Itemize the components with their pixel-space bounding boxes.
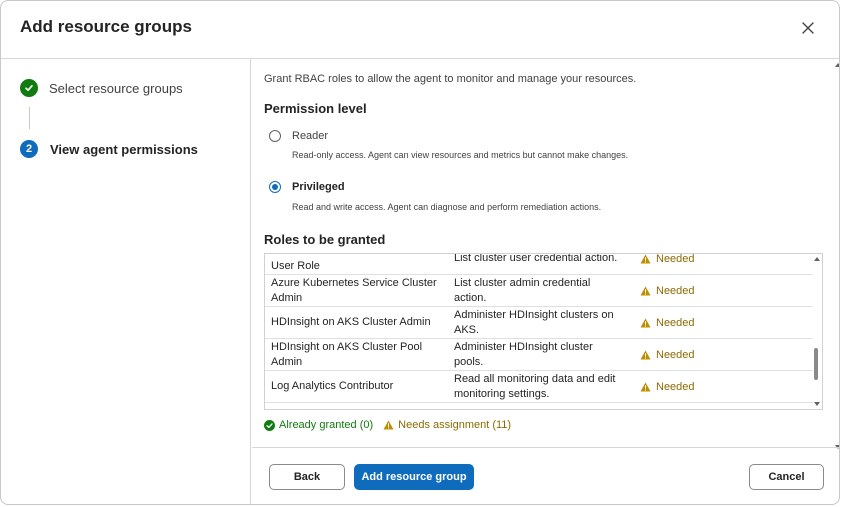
radio-reader-option[interactable]: Reader: [269, 130, 328, 142]
wizard-stepper: Select resource groups 2 View agent perm…: [1, 59, 251, 504]
status-badge: Needed: [640, 339, 695, 370]
status-text: Needed: [656, 316, 695, 329]
status-badge: Needed: [640, 253, 695, 274]
dialog-footer: Back Add resource group Cancel: [252, 447, 839, 504]
legend-needs-text: Needs assignment (11): [398, 419, 512, 431]
privileged-radio[interactable]: [269, 181, 281, 193]
reader-radio[interactable]: [269, 130, 281, 142]
roles-table[interactable]: Azure Kubernetes Service Cluster User Ro…: [264, 253, 823, 410]
role-name: HDInsight on AKS Cluster Admin: [271, 316, 431, 328]
warning-icon: [640, 382, 651, 392]
step-select-resource-groups[interactable]: Select resource groups: [20, 77, 183, 99]
scroll-up-icon[interactable]: [835, 63, 839, 67]
step-view-agent-permissions[interactable]: 2 View agent permissions: [20, 138, 198, 160]
step-label: View agent permissions: [50, 141, 198, 157]
back-button[interactable]: Back: [269, 464, 345, 490]
check-circle-icon: [264, 419, 275, 431]
table-row: Azure Kubernetes Service Cluster Admin L…: [265, 275, 813, 307]
role-name: Log Analytics Contributor: [271, 380, 394, 392]
table-row: HDInsight on AKS Cluster Admin Administe…: [265, 307, 813, 339]
warning-icon: [640, 286, 651, 296]
scroll-down-icon[interactable]: [814, 402, 820, 406]
warning-icon: [383, 420, 394, 430]
privileged-label: Privileged: [292, 181, 345, 193]
roles-legend: Already granted (0) Needs assignment (11…: [264, 419, 521, 431]
role-name: HDInsight on AKS Cluster Pool Admin: [271, 340, 423, 368]
legend-needs: Needs assignment (11): [383, 419, 511, 431]
step-label: Select resource groups: [49, 80, 183, 96]
roles-list: Azure Kubernetes Service Cluster User Ro…: [265, 253, 813, 403]
warning-icon: [640, 318, 651, 328]
status-text: Needed: [656, 348, 695, 361]
warning-icon: [640, 254, 651, 264]
close-icon: [802, 22, 814, 34]
status-text: Needed: [656, 253, 695, 265]
content-scrollbar[interactable]: [834, 59, 839, 449]
permission-level-heading: Permission level: [264, 101, 367, 116]
main-content: Grant RBAC roles to allow the agent to m…: [252, 59, 839, 447]
add-resource-groups-dialog: Add resource groups Select resource grou…: [0, 0, 840, 505]
step-connector: [29, 107, 30, 129]
add-resource-group-button[interactable]: Add resource group: [354, 464, 474, 490]
checkmark-icon: [20, 79, 38, 97]
role-name: Azure Kubernetes Service Cluster User Ro…: [271, 254, 437, 272]
status-text: Needed: [656, 380, 695, 393]
role-description: Administer HDInsight cluster pools.: [454, 340, 593, 368]
legend-granted-text: Already granted (0): [279, 419, 374, 431]
table-row: Azure Kubernetes Service Cluster User Ro…: [265, 253, 813, 275]
intro-text: Grant RBAC roles to allow the agent to m…: [264, 73, 637, 85]
privileged-description: Read and write access. Agent can diagnos…: [292, 202, 602, 212]
role-name: Azure Kubernetes Service Cluster Admin: [271, 276, 437, 304]
warning-icon: [640, 350, 651, 360]
status-text: Needed: [656, 284, 695, 297]
status-badge: Needed: [640, 371, 695, 402]
step-number: 2: [20, 140, 38, 158]
cancel-button[interactable]: Cancel: [749, 464, 824, 490]
roles-scrollbar[interactable]: [812, 254, 822, 409]
legend-granted: Already granted (0): [264, 419, 373, 431]
roles-heading: Roles to be granted: [264, 232, 386, 247]
radio-privileged-option[interactable]: Privileged: [269, 181, 345, 193]
role-description: List cluster user credential action.: [454, 253, 618, 264]
reader-description: Read-only access. Agent can view resourc…: [292, 150, 629, 160]
table-row: Log Analytics Contributor Read all monit…: [265, 371, 813, 403]
dialog-title: Add resource groups: [20, 17, 192, 36]
close-button[interactable]: [797, 17, 819, 39]
status-badge: Needed: [640, 307, 695, 338]
table-row: HDInsight on AKS Cluster Pool Admin Admi…: [265, 339, 813, 371]
dialog-header: Add resource groups: [1, 1, 839, 59]
reader-label: Reader: [292, 130, 329, 142]
role-description: Administer HDInsight clusters on AKS.: [454, 308, 614, 336]
role-description: List cluster admin credential action.: [454, 276, 591, 304]
scrollbar-thumb[interactable]: [814, 348, 818, 380]
scroll-up-icon[interactable]: [814, 257, 820, 261]
status-badge: Needed: [640, 275, 695, 306]
role-description: Read all monitoring data and edit monito…: [454, 372, 616, 400]
